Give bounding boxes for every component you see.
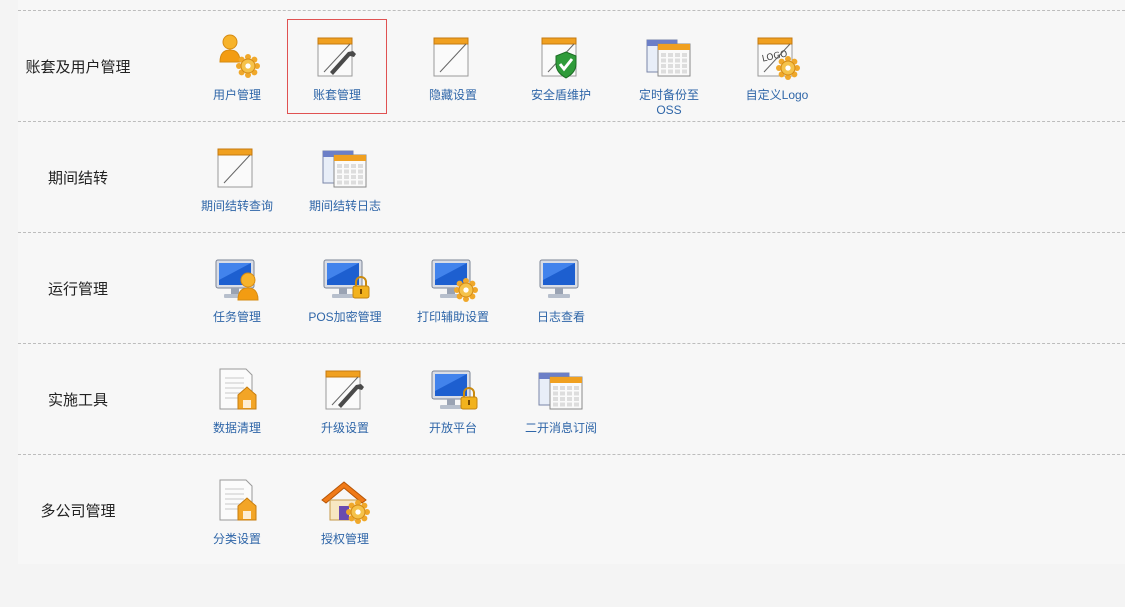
monitor-user-icon-graphic	[215, 259, 259, 301]
tile-backup-oss[interactable]: 定时备份至 OSS	[619, 19, 719, 117]
shield-check-icon-graphic	[541, 37, 577, 79]
settings-panel: 账套及用户管理 用户管理 账套管理 隐藏设置 安全盾维护 定时备份至 OSS L…	[18, 0, 1125, 564]
tile-pos-encryption[interactable]: POS加密管理	[295, 241, 395, 336]
tile-label: 账套管理	[312, 88, 361, 102]
ledger-wrench-icon-graphic	[325, 370, 364, 410]
tile-security-shield[interactable]: 安全盾维护	[511, 19, 611, 114]
document-box-icon	[210, 361, 264, 415]
calendar-stack-icon	[534, 361, 588, 415]
tile-label: 期间结转日志	[308, 199, 381, 213]
tile-label: 开放平台	[428, 421, 477, 435]
tile-label: 期间结转查询	[200, 199, 273, 213]
logo-gear-icon: LOGO	[750, 28, 804, 82]
section-multi-company: 多公司管理 分类设置 授权管理	[18, 454, 1125, 566]
section-title: 多公司管理	[40, 503, 116, 520]
ledger-wrench-icon	[318, 361, 372, 415]
blank-page-icon	[426, 28, 480, 82]
tile-hidden-settings[interactable]: 隐藏设置	[403, 19, 503, 114]
calendar-stack-icon-graphic	[538, 372, 583, 410]
user-gear-icon	[210, 28, 264, 82]
section-title: 运行管理	[47, 281, 108, 298]
monitor-lock-icon-graphic	[323, 259, 370, 299]
tile-label: 任务管理	[212, 310, 261, 324]
tile-label: 数据清理	[212, 421, 261, 435]
section-implementation-tools: 实施工具 数据清理 升级设置 开放平台 二开消息订阅	[18, 343, 1125, 455]
calendar-stack-icon-graphic	[646, 39, 691, 77]
monitor-user-icon	[210, 250, 264, 304]
tile-upgrade-settings[interactable]: 升级设置	[295, 352, 395, 447]
tile-label: 二开消息订阅	[524, 421, 597, 435]
house-gear-icon-graphic	[321, 481, 370, 524]
calendar-stack-icon-graphic	[322, 150, 367, 188]
logo-gear-icon-graphic: LOGO	[757, 37, 800, 80]
tile-category-settings[interactable]: 分类设置	[187, 463, 287, 558]
calendar-stack-icon	[318, 139, 372, 193]
tile-data-cleanup[interactable]: 数据清理	[187, 352, 287, 447]
house-gear-icon	[318, 472, 372, 526]
blank-page-icon	[210, 139, 264, 193]
tile-label: POS加密管理	[308, 310, 382, 324]
monitor-icon	[534, 250, 588, 304]
tile-label: 日志查看	[536, 310, 585, 324]
tile-label: 安全盾维护	[530, 88, 591, 102]
tile-message-subscription[interactable]: 二开消息订阅	[511, 352, 611, 447]
section-title: 期间结转	[47, 170, 108, 187]
tile-open-platform[interactable]: 开放平台	[403, 352, 503, 447]
tile-custom-logo[interactable]: LOGO 自定义Logo	[727, 19, 827, 114]
tile-label: 自定义Logo	[745, 88, 809, 102]
section-period-carryover: 期间结转 期间结转查询 期间结转日志	[18, 121, 1125, 233]
document-box-icon	[210, 472, 264, 526]
calendar-stack-icon	[642, 28, 696, 82]
tile-label: 打印辅助设置	[416, 310, 489, 324]
monitor-lock-icon	[318, 250, 372, 304]
tile-user-management[interactable]: 用户管理	[187, 19, 287, 114]
ledger-wrench-icon-graphic	[317, 37, 356, 77]
tile-label: 隐藏设置	[428, 88, 477, 102]
user-gear-icon-graphic	[219, 34, 260, 78]
document-box-icon-graphic	[219, 479, 257, 521]
tile-period-log[interactable]: 期间结转日志	[295, 130, 395, 225]
tile-label: 分类设置	[212, 532, 261, 546]
monitor-gear-icon	[426, 250, 480, 304]
tile-ledger-management[interactable]: 账套管理	[287, 19, 387, 114]
blank-page-icon-graphic	[217, 148, 253, 188]
monitor-lock-icon-graphic	[431, 370, 478, 410]
shield-check-icon	[534, 28, 588, 82]
tile-period-query[interactable]: 期间结转查询	[187, 130, 287, 225]
tile-label: 定时备份至 OSS	[638, 88, 699, 117]
blank-page-icon-graphic	[433, 37, 469, 77]
monitor-icon-graphic	[539, 259, 579, 298]
section-account-user: 账套及用户管理 用户管理 账套管理 隐藏设置 安全盾维护 定时备份至 OSS L…	[18, 10, 1125, 122]
tile-task-management[interactable]: 任务管理	[187, 241, 287, 336]
section-operations: 运行管理 任务管理 POS加密管理 打印辅助设置 日志查看	[18, 232, 1125, 344]
section-title: 账套及用户管理	[25, 59, 131, 76]
tile-log-view[interactable]: 日志查看	[511, 241, 611, 336]
tile-authorization[interactable]: 授权管理	[295, 463, 395, 558]
monitor-lock-icon	[426, 361, 480, 415]
ledger-wrench-icon	[310, 28, 364, 82]
monitor-gear-icon-graphic	[431, 259, 478, 302]
tile-print-settings[interactable]: 打印辅助设置	[403, 241, 503, 336]
tile-label: 授权管理	[320, 532, 369, 546]
document-box-icon-graphic	[219, 368, 257, 410]
tile-label: 升级设置	[320, 421, 369, 435]
section-title: 实施工具	[47, 392, 108, 409]
